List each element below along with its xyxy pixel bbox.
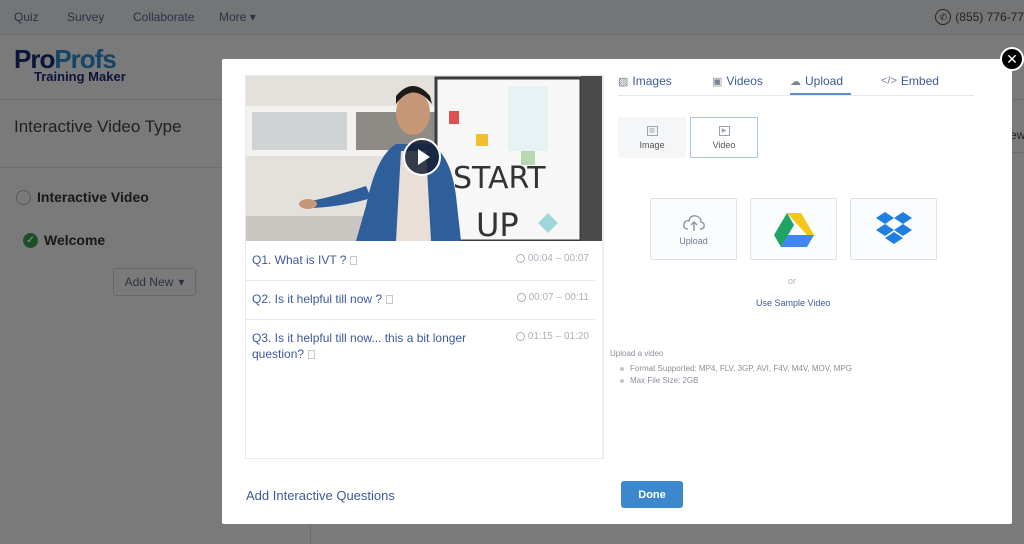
clock-icon [515,332,525,341]
media-type-label: Image [639,139,665,150]
use-sample-video-link[interactable]: Use Sample Video [756,298,830,308]
cloud-upload-icon: ☁ [790,75,801,88]
tab-label: Upload [805,74,844,88]
cloud-upload-icon [682,214,705,231]
note-icon [308,350,316,359]
question-row[interactable]: Q2. Is it helpful till now ? 00:07 – 00:… [246,281,595,320]
tab-embed[interactable]: </> Embed [881,74,939,88]
media-type-video[interactable]: ▶ Video [690,117,758,158]
tab-videos[interactable]: ▣ Videos [712,74,763,88]
code-icon: </> [881,75,897,87]
upload-info-title: Upload a video [610,349,664,358]
upload-info-text: Max File Size: 2GB [630,376,699,385]
image-icon: ▨ [646,125,658,136]
video-thumbnail[interactable]: START UP [246,76,603,241]
question-time: 01:15 – 01:20 [527,331,589,342]
upload-info: Upload a video Format Supported: MP4, FL… [610,349,852,387]
add-interactive-questions-link[interactable]: Add Interactive Questions [246,488,395,503]
media-type-label: Video [712,139,736,150]
question-label: Q1. What is IVT ? [252,253,347,267]
close-icon: ✕ [1006,51,1018,67]
note-icon [350,256,358,265]
video-icon: ▣ [712,75,723,88]
question-list: Q1. What is IVT ? 00:04 – 00:07 Q2. Is i… [246,242,603,372]
clock-icon [516,293,526,302]
question-row[interactable]: Q3. Is it helpful till now... this a bit… [246,320,595,372]
upload-source-button[interactable]: Upload [650,198,737,260]
bullet-icon [620,379,624,383]
media-modal: START UP Q1. What is IVT ? 00:04 – 00:07… [222,59,1012,524]
question-time: 00:07 – 00:11 [528,292,589,303]
dropbox-button[interactable] [850,198,937,260]
video-icon: ▶ [718,125,730,136]
tab-label: Images [632,74,672,88]
question-row[interactable]: Q1. What is IVT ? 00:04 – 00:07 [246,242,595,281]
play-button[interactable] [403,138,441,176]
done-button[interactable]: Done [621,481,683,508]
dropbox-icon [875,212,912,244]
tab-upload[interactable]: ☁ Upload [790,74,852,95]
note-icon [386,295,394,304]
tab-label: Videos [726,74,763,88]
clock-icon [515,254,525,263]
question-label: Q2. Is it helpful till now ? [252,292,383,306]
google-drive-button[interactable] [750,198,837,260]
svg-text:UP: UP [476,206,519,241]
question-label: Q3. Is it helpful till now... this a bit… [252,331,467,361]
upload-info-item: Max File Size: 2GB [620,375,852,387]
close-modal-button[interactable]: ✕ [1000,47,1024,71]
upload-info-item: Format Supported: MP4, FLV, 3GP, AVI, F4… [620,363,852,375]
video-preview-pane: START UP Q1. What is IVT ? 00:04 – 00:07… [245,75,604,459]
tab-label: Embed [900,74,939,88]
upload-info-text: Format Supported: MP4, FLV, 3GP, AVI, F4… [630,364,853,373]
bullet-icon [620,367,624,371]
divider [602,75,603,459]
or-separator: or [788,276,797,286]
tab-images[interactable]: ▨ Images [618,74,672,88]
media-tabs: ▨ Images ▣ Videos ☁ Upload </> Embed [618,59,974,96]
question-time: 00:04 – 00:07 [527,253,589,264]
media-type-image[interactable]: ▨ Image [618,117,686,158]
whiteboard-text: START [453,161,546,196]
google-drive-icon [773,213,814,247]
image-icon: ▨ [618,75,629,88]
upload-label: Upload [679,235,708,246]
